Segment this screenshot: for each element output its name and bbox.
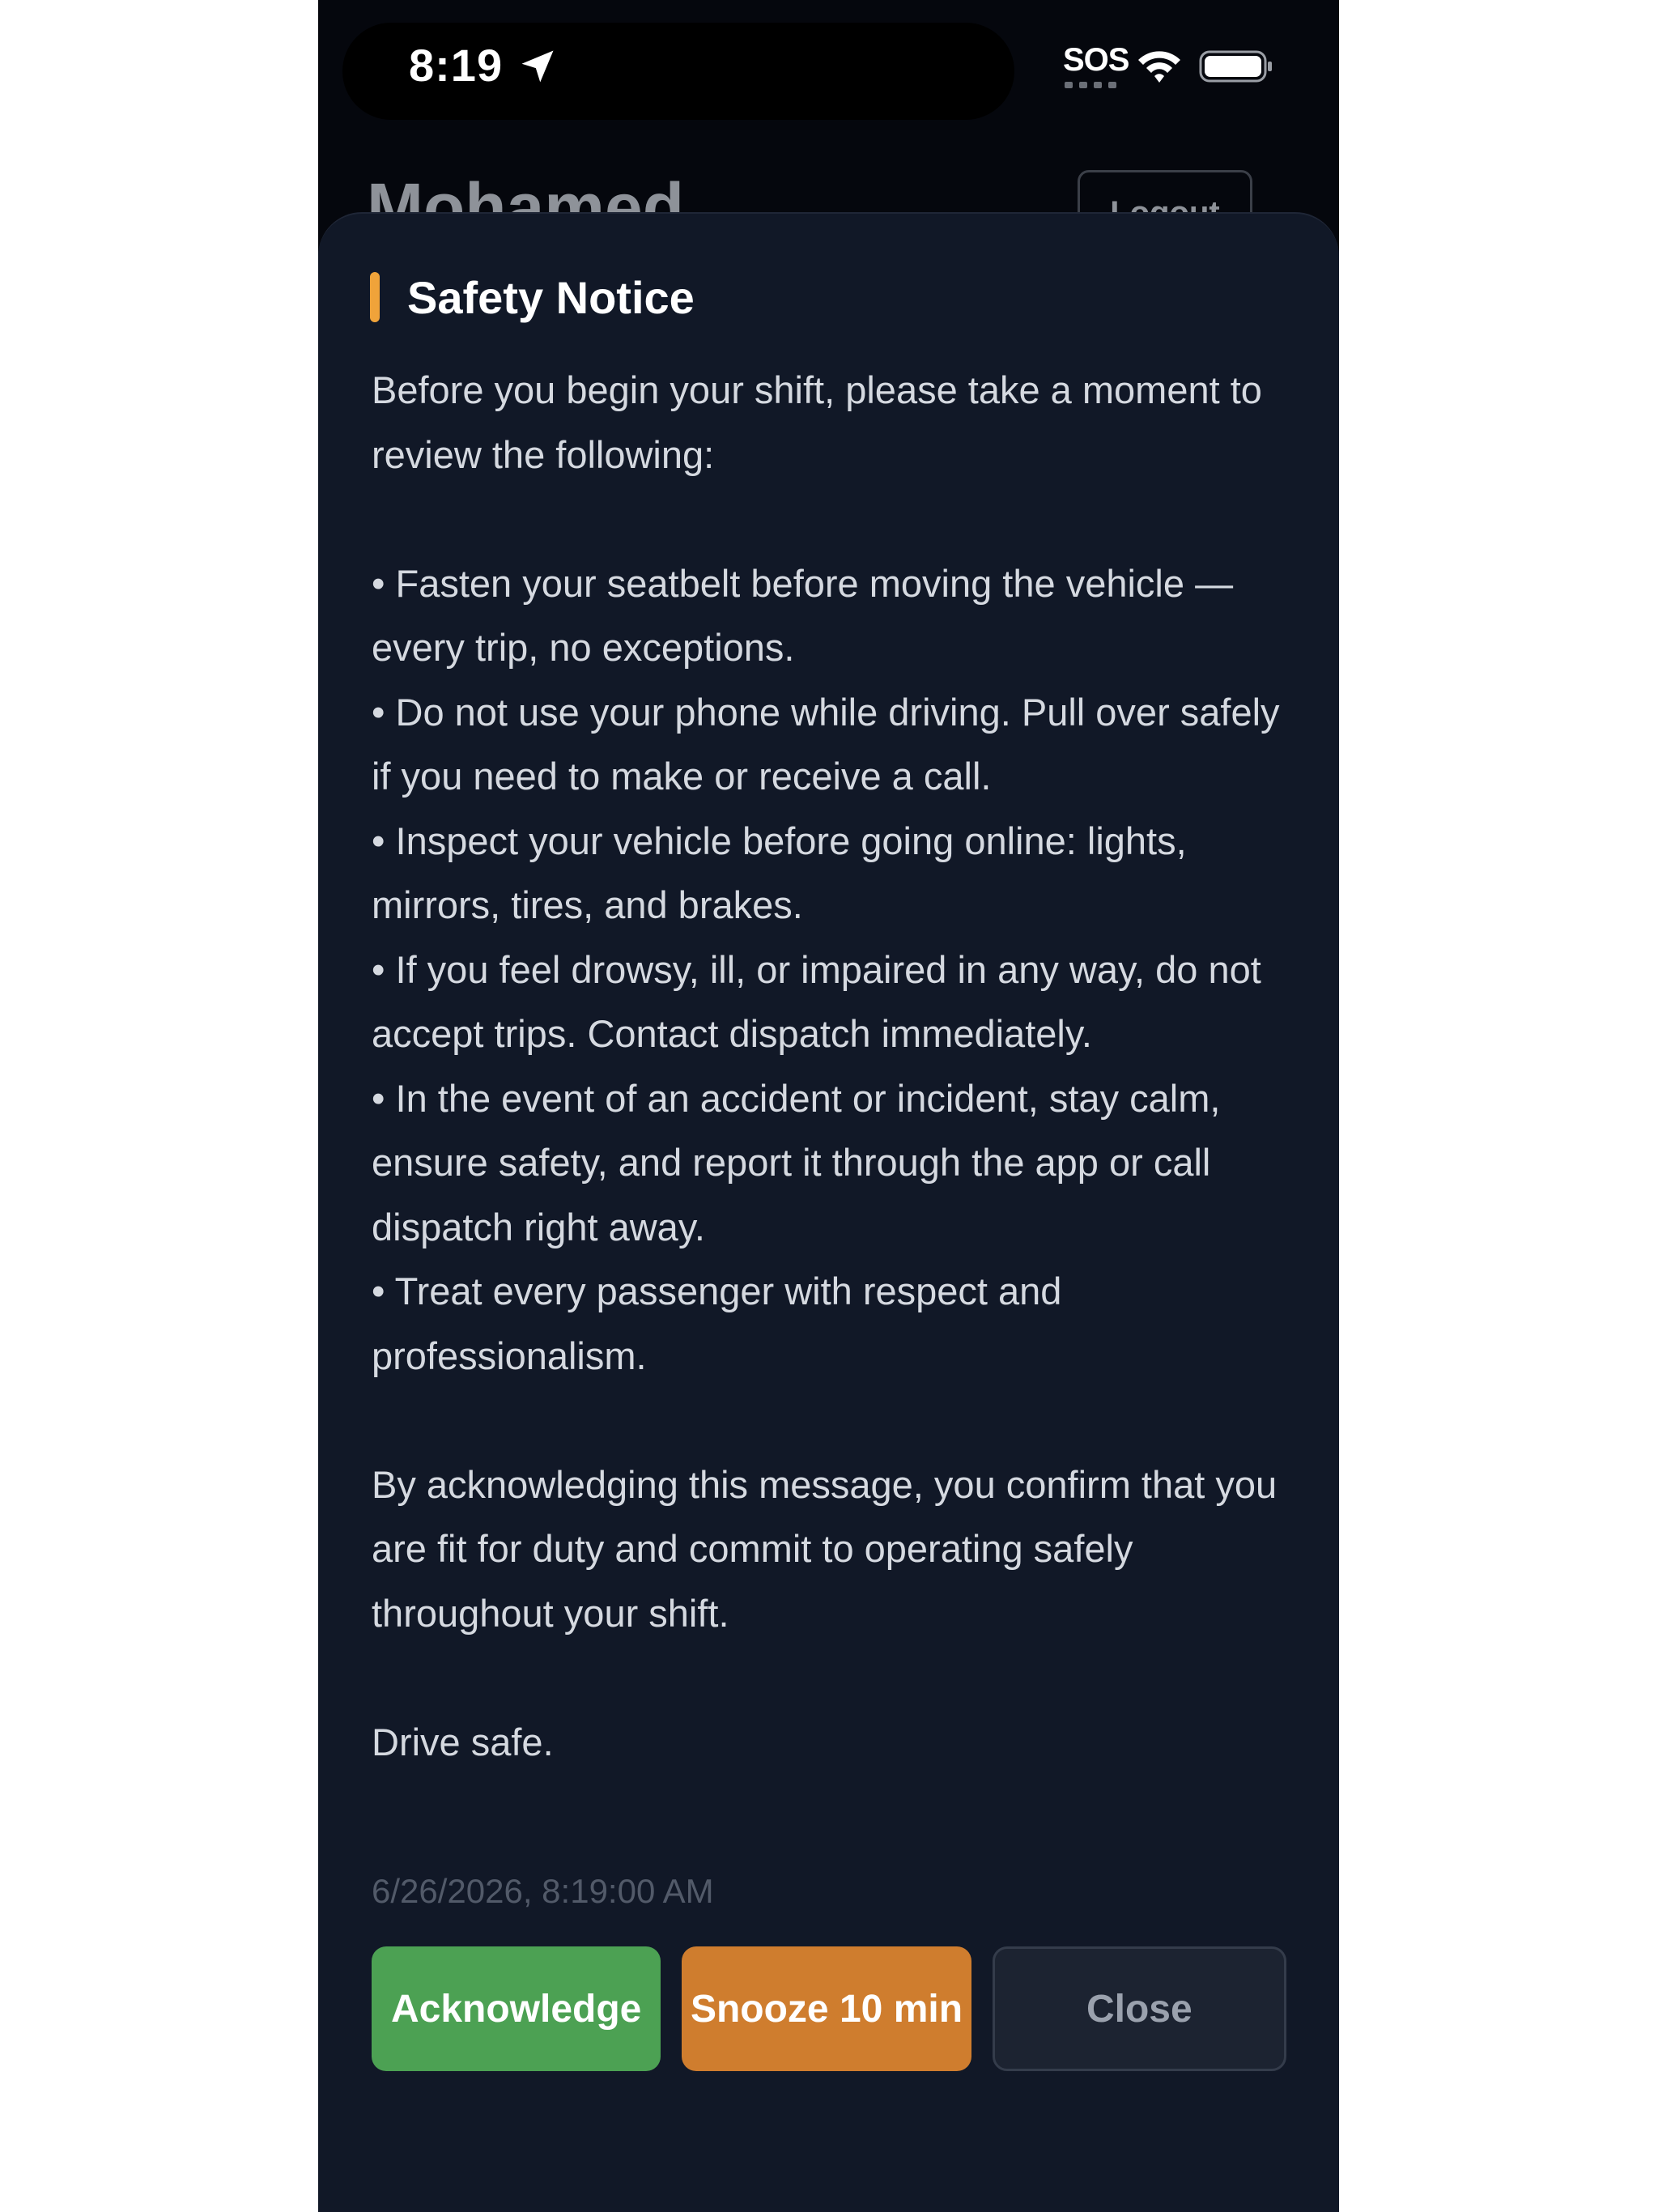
status-bar: 8:19 SOS [318,0,1339,130]
snooze-button[interactable]: Snooze 10 min [682,1946,971,2071]
notice-bullet: • Inspect your vehicle before going onli… [372,819,1187,927]
signal-dots-icon [1065,82,1116,88]
status-time: 8:19 [409,40,504,91]
battery-icon [1199,50,1272,83]
sheet-title: Safety Notice [407,271,695,323]
location-arrow-icon [521,50,554,83]
notice-timestamp: 6/26/2026, 8:19:00 AM [372,1872,714,1910]
acknowledge-button[interactable]: Acknowledge [372,1946,661,2071]
notice-bullet: • Treat every passenger with respect and… [372,1270,1062,1377]
sos-indicator: SOS [1063,42,1129,78]
notice-message: Before you begin your shift, please take… [372,358,1295,1774]
notice-bullet: • Do not use your phone while driving. P… [372,690,1280,798]
sheet-header: Safety Notice [370,270,695,324]
phone-screen: 8:19 SOS Mohamed Logout Safety Notice [318,0,1339,2212]
notice-intro: Before you begin your shift, please take… [372,368,1262,476]
safety-notice-sheet: Safety Notice Before you begin your shif… [318,212,1339,2212]
accent-bar [370,272,380,322]
notice-signoff: Drive safe. [372,1720,554,1763]
close-button[interactable]: Close [992,1946,1286,2071]
notice-bullet: • If you feel drowsy, ill, or impaired i… [372,947,1261,1056]
notice-bullet: • In the event of an accident or inciden… [372,1076,1221,1249]
wifi-icon [1138,51,1180,83]
notice-bullet: • Fasten your seatbelt before moving the… [372,561,1234,670]
notice-confirmation: By acknowledging this message, you confi… [372,1462,1278,1635]
action-buttons: Acknowledge Snooze 10 min Close [372,1946,1286,2071]
background-driver-name: Mohamed [367,170,685,219]
